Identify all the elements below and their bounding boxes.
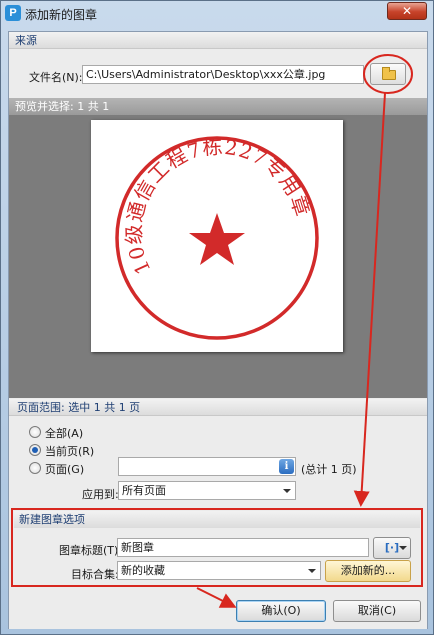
radio-all-label[interactable]: 全部(A) bbox=[45, 425, 83, 441]
title-bar[interactable]: P 添加新的图章 ✕ bbox=[1, 1, 433, 25]
stamp-title-label: 图章标题(T): bbox=[59, 544, 123, 557]
dialog-body: 来源 文件名(N): C:\Users\Administrator\Deskto… bbox=[8, 31, 428, 629]
page-range-header: 页面范围: 选中 1 共 1 页 bbox=[9, 399, 427, 416]
chevron-down-icon bbox=[283, 489, 291, 493]
apply-to-label: 应用到: bbox=[82, 488, 119, 501]
folder-icon bbox=[382, 67, 396, 80]
app-icon: P bbox=[5, 5, 21, 21]
radio-pages[interactable] bbox=[29, 462, 41, 474]
apply-to-select[interactable]: 所有页面 bbox=[118, 481, 296, 500]
preview-page[interactable]: 10级通信工程7栋227专用章 bbox=[91, 120, 343, 352]
file-name-field[interactable]: C:\Users\Administrator\Desktop\xxx公章.jpg bbox=[82, 65, 364, 84]
radio-pages-label[interactable]: 页面(G) bbox=[45, 461, 84, 477]
stamp-ring-text: 10级通信工程7栋227专用章 bbox=[122, 134, 314, 278]
radio-current-page[interactable] bbox=[29, 444, 41, 456]
target-collection-value: 新的收藏 bbox=[121, 564, 165, 577]
total-pages-text: (总计 1 页) bbox=[301, 463, 357, 476]
ok-button[interactable]: 确认(O) bbox=[236, 600, 326, 622]
radio-current-page-label[interactable]: 当前页(R) bbox=[45, 443, 94, 459]
info-icon[interactable]: i bbox=[279, 459, 294, 474]
apply-to-value: 所有页面 bbox=[122, 484, 166, 497]
window-title: 添加新的图章 bbox=[25, 8, 98, 22]
chevron-down-icon bbox=[308, 569, 316, 573]
stamp-image: 10级通信工程7栋227专用章 bbox=[115, 134, 319, 340]
pages-input[interactable] bbox=[118, 457, 296, 476]
cancel-button[interactable]: 取消(C) bbox=[333, 600, 421, 622]
field-brackets-icon: [·] bbox=[384, 541, 400, 554]
stamp-title-input[interactable]: 新图章 bbox=[117, 538, 369, 557]
target-collection-label: 目标合集: bbox=[71, 568, 119, 581]
browse-button[interactable] bbox=[370, 63, 406, 85]
close-button[interactable]: ✕ bbox=[387, 2, 427, 20]
chevron-down-icon bbox=[399, 546, 407, 550]
source-section-header: 来源 bbox=[9, 32, 427, 49]
preview-panel: 预览并选择: 1 共 1 10级通信工程7栋227专用章 bbox=[9, 98, 427, 398]
add-new-collection-button[interactable]: 添加新的... bbox=[325, 560, 411, 582]
stamp-star-icon bbox=[189, 213, 245, 265]
target-collection-select[interactable]: 新的收藏 bbox=[117, 561, 321, 580]
close-icon: ✕ bbox=[401, 4, 413, 18]
new-stamp-header: 新建图章选项 bbox=[14, 511, 420, 528]
field-menu-button[interactable]: [·] bbox=[373, 537, 411, 559]
svg-text:10级通信工程7栋227专用章: 10级通信工程7栋227专用章 bbox=[122, 134, 315, 278]
radio-all[interactable] bbox=[29, 426, 41, 438]
preview-header: 预览并选择: 1 共 1 bbox=[9, 98, 427, 115]
file-name-label: 文件名(N): bbox=[29, 71, 83, 84]
dialog-window: P 添加新的图章 ✕ 来源 文件名(N): C:\Users\Administr… bbox=[0, 0, 434, 635]
